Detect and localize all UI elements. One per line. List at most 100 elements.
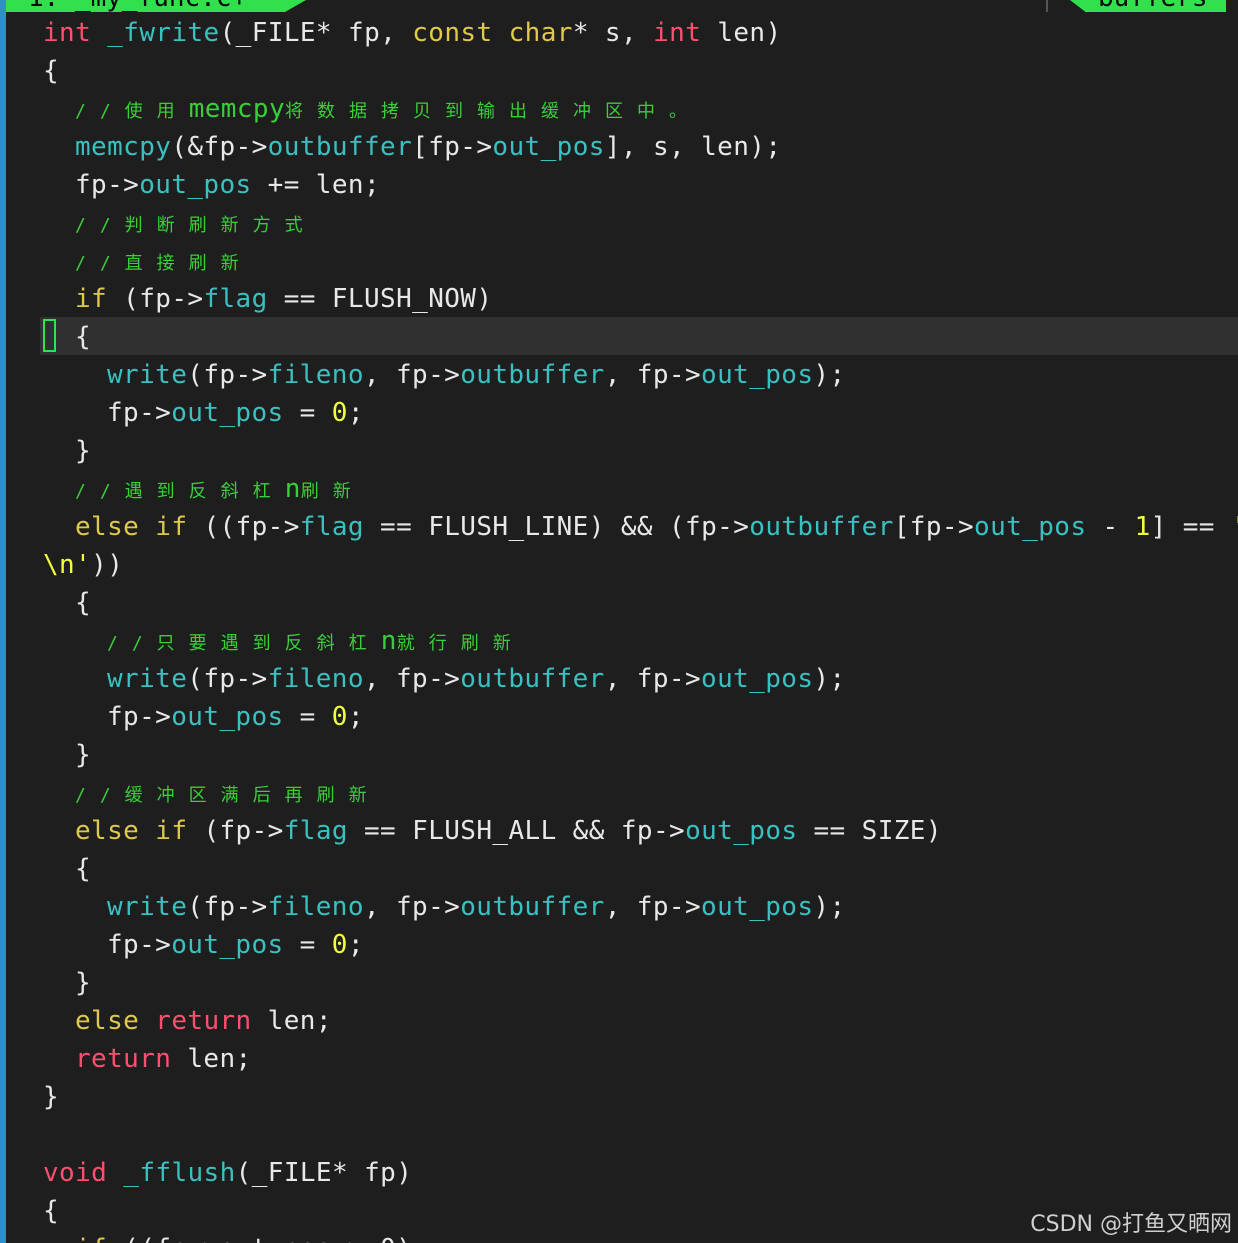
code-line-7[interactable]: //直接刷新 [75, 242, 253, 280]
code-text: , fp-> [363, 892, 461, 922]
code-text: ; [347, 398, 364, 428]
code-text: ); [813, 892, 846, 922]
keyword: if [155, 816, 188, 846]
code-text: ; [347, 930, 364, 960]
text-cursor [43, 319, 56, 352]
code-text: (_FILE* fp) [235, 1158, 413, 1188]
code-line-18[interactable]: write(fp->fileno, fp->outbuffer, fp->out… [107, 660, 846, 698]
code-line-12[interactable]: } [75, 432, 91, 470]
code-text: (fp-> [187, 664, 268, 694]
tabline-separator [1046, 0, 1048, 12]
comment: //遇到反斜杠 [75, 481, 285, 502]
keyword: const [412, 18, 493, 48]
field-name: flag [203, 284, 268, 314]
char-literal: \n' [43, 550, 92, 580]
function-name: _fflush [123, 1158, 236, 1188]
comment: //判断刷新方式 [75, 215, 317, 236]
code-line-23[interactable]: { [75, 850, 91, 888]
code-text: , fp-> [604, 664, 702, 694]
code-line-4[interactable]: memcpy(&fp->outbuffer[fp->out_pos], s, l… [75, 128, 781, 166]
code-line-5[interactable]: fp->out_pos += len; [75, 166, 380, 204]
comment: 将数据拷贝到输出缓冲区中。 [285, 101, 702, 122]
code-line-29[interactable]: } [43, 1078, 59, 1116]
tab-active-file[interactable]: 1: _my_func.c+ [6, 0, 306, 12]
code-text: )) [91, 550, 124, 580]
function-name: _fwrite [107, 18, 220, 48]
field-name: fileno [267, 664, 364, 694]
code-line-2[interactable]: { [43, 52, 59, 90]
tab-buffers[interactable]: buffers [1070, 0, 1226, 12]
code-text: ); [813, 360, 846, 390]
field-name: outbuffer [460, 360, 605, 390]
code-text: (fp-> [187, 360, 268, 390]
code-text: ); [813, 664, 846, 694]
code-text: (fp-> [187, 816, 284, 846]
code-line-10[interactable]: write(fp->fileno, fp->outbuffer, fp->out… [107, 356, 846, 394]
code-text: == FLUSH_NOW) [267, 284, 493, 314]
code-text: (_FILE* fp, [219, 18, 413, 48]
code-line-17[interactable]: //只要遇到反斜杠n就行刷新 [107, 622, 525, 660]
number-literal: 0 [331, 930, 348, 960]
code-text: len; [251, 1006, 332, 1036]
code-line-22[interactable]: else if (fp->flag == FLUSH_ALL && fp->ou… [75, 812, 942, 850]
field-name: fileno [267, 892, 364, 922]
code-text: [fp-> [893, 512, 975, 542]
code-line-20[interactable]: } [75, 736, 91, 774]
code-text: - [1086, 512, 1135, 542]
code-text: += len; [251, 170, 381, 200]
code-text: ((fp->out_pos > 0) [107, 1234, 412, 1243]
keyword: else [75, 512, 140, 542]
code-text: ] == [1150, 512, 1231, 542]
code-line-19[interactable]: fp->out_pos = 0; [107, 698, 364, 736]
code-text: = [283, 930, 332, 960]
code-line-1[interactable]: int _fwrite(_FILE* fp, const char* s, in… [43, 14, 782, 52]
code-line-13[interactable]: //遇到反斜杠n刷新 [75, 470, 365, 508]
code-line-33[interactable]: if ((fp->out_pos > 0) [75, 1230, 412, 1243]
keyword: if [75, 1234, 107, 1243]
code-line-27[interactable]: else return len; [75, 1002, 332, 1040]
keyword: if [75, 284, 108, 314]
code-line-8[interactable]: if (fp->flag == FLUSH_NOW) [75, 280, 492, 318]
code-text: len; [171, 1044, 252, 1074]
code-text: fp-> [107, 930, 172, 960]
field-name: out_pos [171, 702, 284, 732]
code-text: fp-> [75, 170, 140, 200]
code-text: * s, [572, 18, 654, 48]
field-name: flag [283, 816, 348, 846]
code-line-14[interactable]: else if ((fp->flag == FLUSH_LINE) && (fp… [75, 508, 1238, 546]
keyword: else [75, 816, 140, 846]
field-name: out_pos [492, 132, 605, 162]
keyword: return [155, 1006, 252, 1036]
code-line-15[interactable]: \n')) [43, 546, 123, 584]
code-line-28[interactable]: return len; [75, 1040, 252, 1078]
field-name: outbuffer [267, 132, 413, 162]
code-line-31[interactable]: void _fflush(_FILE* fp) [43, 1154, 412, 1192]
code-line-32[interactable]: { [43, 1192, 59, 1230]
code-text: ((fp-> [187, 512, 300, 542]
function-name: write [107, 360, 188, 390]
field-name: outbuffer [460, 664, 605, 694]
keyword: void [43, 1158, 108, 1188]
field-name: outbuffer [749, 512, 894, 542]
code-line-11[interactable]: fp->out_pos = 0; [107, 394, 364, 432]
editor-left-border [0, 0, 6, 1243]
watermark: CSDN @打鱼又晒网 [1030, 1212, 1232, 1237]
code-line-16[interactable]: { [75, 584, 91, 622]
code-line-21[interactable]: //缓冲区满后再刷新 [75, 774, 381, 812]
code-line-6[interactable]: //判断刷新方式 [75, 204, 317, 242]
keyword: else [75, 1006, 140, 1036]
number-literal: 0 [331, 398, 348, 428]
code-line-26[interactable]: } [75, 964, 91, 1002]
code-line-9[interactable]: { [75, 318, 91, 356]
code-line-24[interactable]: write(fp->fileno, fp->outbuffer, fp->out… [107, 888, 846, 926]
field-name: out_pos [171, 930, 284, 960]
field-name: outbuffer [460, 892, 605, 922]
code-text: ; [347, 702, 364, 732]
code-text: (fp-> [187, 892, 268, 922]
code-line-3[interactable]: //使用memcpy将数据拷贝到输出缓冲区中。 [75, 90, 701, 128]
code-line-25[interactable]: fp->out_pos = 0; [107, 926, 364, 964]
code-text: (fp-> [107, 284, 204, 314]
code-text: == FLUSH_ALL && fp-> [347, 816, 686, 846]
code-text: len) [701, 18, 782, 48]
